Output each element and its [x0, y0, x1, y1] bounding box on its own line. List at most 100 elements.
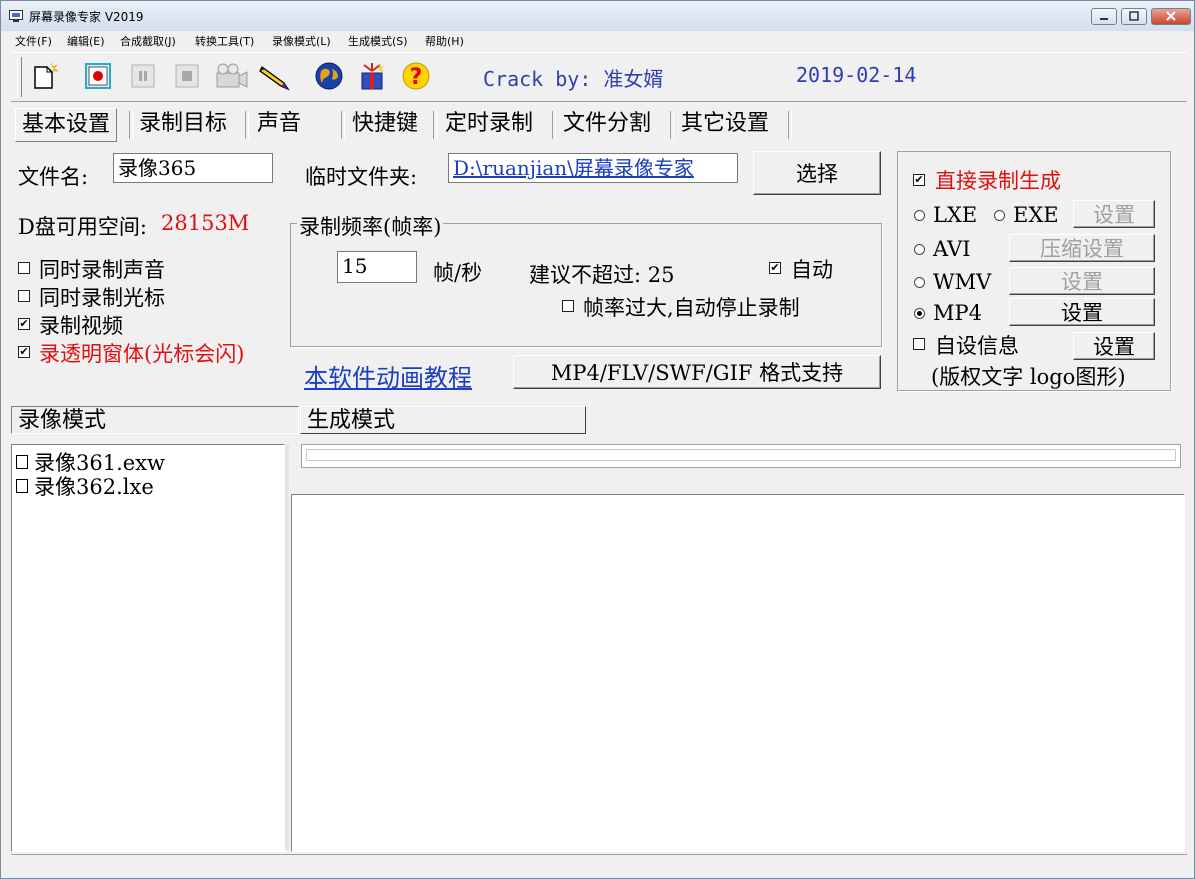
- disk-space-value: 28153M: [161, 211, 250, 235]
- globe-icon[interactable]: [314, 61, 344, 91]
- record-cursor-label: 同时录制光标: [39, 286, 165, 310]
- file-name: 录像362.lxe: [34, 475, 154, 499]
- record-transparent-checkbox[interactable]: ✔: [18, 346, 30, 358]
- menu-file[interactable]: 文件(F): [15, 33, 52, 49]
- tab-separator: [129, 111, 133, 139]
- format-support-button[interactable]: MP4/FLV/SWF/GIF 格式支持: [513, 355, 881, 389]
- direct-record-label: 直接录制生成: [935, 169, 1061, 193]
- status-bar: [11, 854, 1187, 873]
- tab-hotkeys[interactable]: 快捷键: [352, 108, 418, 140]
- menu-compose[interactable]: 合成截取(J): [120, 33, 176, 49]
- record-video-checkbox[interactable]: ✔: [18, 318, 30, 330]
- format-mp4-label: MP4: [933, 301, 982, 325]
- tab-other[interactable]: 其它设置: [681, 108, 769, 140]
- minimize-icon: [1100, 18, 1108, 20]
- temp-folder-input[interactable]: D:\ruanjian\屏幕录像专家: [448, 153, 738, 183]
- splitter[interactable]: [285, 444, 289, 850]
- progress-track: [306, 449, 1176, 461]
- temp-folder-label: 临时文件夹:: [305, 165, 418, 189]
- stop-icon[interactable]: [172, 61, 202, 91]
- main-window: 屏幕录像专家 V2019 文件(F) 编辑(E) 合成截取(J) 转换工具(T)…: [0, 0, 1195, 879]
- filename-label: 文件名:: [18, 165, 89, 189]
- format-wmv-label: WMV: [933, 270, 992, 294]
- tab-record-mode[interactable]: 录像模式: [11, 406, 299, 434]
- close-button[interactable]: [1151, 8, 1191, 25]
- tab-record-target[interactable]: 录制目标: [139, 108, 227, 140]
- list-item[interactable]: 录像362.lxe: [16, 471, 154, 501]
- tab-separator: [788, 111, 792, 139]
- menu-record-mode[interactable]: 录像模式(L): [272, 33, 331, 49]
- tab-separator: [341, 111, 345, 139]
- auto-fps-checkbox[interactable]: ✔: [769, 262, 781, 274]
- custom-info-settings-button[interactable]: 设置: [1073, 332, 1155, 360]
- title-bar[interactable]: 屏幕录像专家 V2019: [1, 1, 1194, 31]
- direct-record-checkbox[interactable]: ✔: [913, 174, 925, 186]
- format-avi-label: AVI: [933, 237, 971, 261]
- tab-scheduled[interactable]: 定时录制: [445, 108, 533, 140]
- tab-file-split[interactable]: 文件分割: [563, 108, 651, 140]
- record-icon[interactable]: [83, 61, 113, 91]
- fps-suggest-label: 建议不超过: 25: [529, 263, 675, 287]
- filename-input[interactable]: 录像365: [113, 153, 273, 183]
- format-lxe-label: LXE: [933, 203, 978, 227]
- tab-generate-mode[interactable]: 生成模式: [300, 406, 586, 434]
- minimize-button[interactable]: [1091, 8, 1117, 25]
- fps-input[interactable]: 15: [337, 251, 417, 283]
- pause-icon[interactable]: [128, 61, 158, 91]
- tab-separator: [670, 111, 674, 139]
- window-title: 屏幕录像专家 V2019: [29, 10, 144, 24]
- progress-bar: [301, 444, 1181, 468]
- fps-unit-label: 帧/秒: [433, 261, 483, 285]
- menu-generate-mode[interactable]: 生成模式(S): [348, 33, 408, 49]
- tab-separator: [552, 111, 556, 139]
- auto-stop-checkbox[interactable]: [562, 300, 574, 312]
- custom-info-checkbox[interactable]: [913, 338, 925, 350]
- format-lxe-radio[interactable]: [914, 210, 925, 221]
- tab-separator: [433, 111, 437, 139]
- recording-file-list[interactable]: 录像361.exw 录像362.lxe: [11, 444, 285, 852]
- settings-tabs: 基本设置 录制目标 声音 快捷键 定时录制 文件分割 其它设置: [11, 105, 1187, 143]
- menu-convert[interactable]: 转换工具(T): [195, 33, 254, 49]
- format-mp4-radio[interactable]: [914, 308, 925, 319]
- app-icon: [9, 10, 23, 22]
- framerate-group-title: 录制频率(帧率): [297, 211, 444, 241]
- new-file-icon[interactable]: [29, 61, 59, 91]
- format-avi-radio[interactable]: [914, 244, 925, 255]
- mp4-settings-button[interactable]: 设置: [1009, 298, 1155, 326]
- format-exe-radio[interactable]: [994, 210, 1005, 221]
- record-cursor-checkbox[interactable]: [18, 290, 30, 302]
- wmv-settings-button[interactable]: 设置: [1009, 267, 1155, 295]
- record-video-label: 录制视频: [39, 314, 123, 338]
- auto-fps-label: 自动: [791, 258, 833, 282]
- preview-area[interactable]: [291, 494, 1185, 852]
- disk-space-label: D盘可用空间:: [18, 215, 147, 239]
- maximize-button[interactable]: [1121, 8, 1147, 25]
- gift-icon[interactable]: [358, 61, 392, 91]
- date-label: 2019-02-14: [796, 63, 917, 87]
- format-wmv-radio[interactable]: [914, 277, 925, 288]
- help-icon[interactable]: ?: [401, 61, 431, 91]
- record-transparent-label: 录透明窗体(光标会闪): [39, 342, 245, 366]
- menu-edit[interactable]: 编辑(E): [67, 33, 105, 49]
- pen-icon[interactable]: [258, 61, 294, 91]
- tutorial-link[interactable]: 本软件动画教程: [304, 358, 472, 393]
- camera-icon[interactable]: [214, 61, 250, 91]
- close-icon: [1166, 11, 1176, 21]
- crack-label: Crack by: 准女婿: [483, 67, 664, 91]
- record-sound-checkbox[interactable]: [18, 262, 30, 274]
- svg-text:?: ?: [410, 65, 423, 90]
- menu-bar: 文件(F) 编辑(E) 合成截取(J) 转换工具(T) 录像模式(L) 生成模式…: [1, 31, 1194, 51]
- tab-separator: [245, 111, 249, 139]
- toolbar-grip[interactable]: [17, 57, 22, 97]
- tab-basic[interactable]: 基本设置: [15, 108, 118, 142]
- choose-folder-button[interactable]: 选择: [753, 151, 881, 195]
- custom-info-label: 自设信息: [935, 334, 1019, 358]
- file-icon: [16, 479, 28, 493]
- file-icon: [16, 455, 28, 469]
- menu-help[interactable]: 帮助(H): [425, 33, 464, 49]
- tab-sound[interactable]: 声音: [257, 108, 301, 140]
- compress-settings-button[interactable]: 压缩设置: [1009, 234, 1155, 262]
- exe-settings-button[interactable]: 设置: [1073, 200, 1155, 228]
- maximize-icon: [1129, 11, 1139, 21]
- custom-info-note: (版权文字 logo图形): [931, 365, 1126, 389]
